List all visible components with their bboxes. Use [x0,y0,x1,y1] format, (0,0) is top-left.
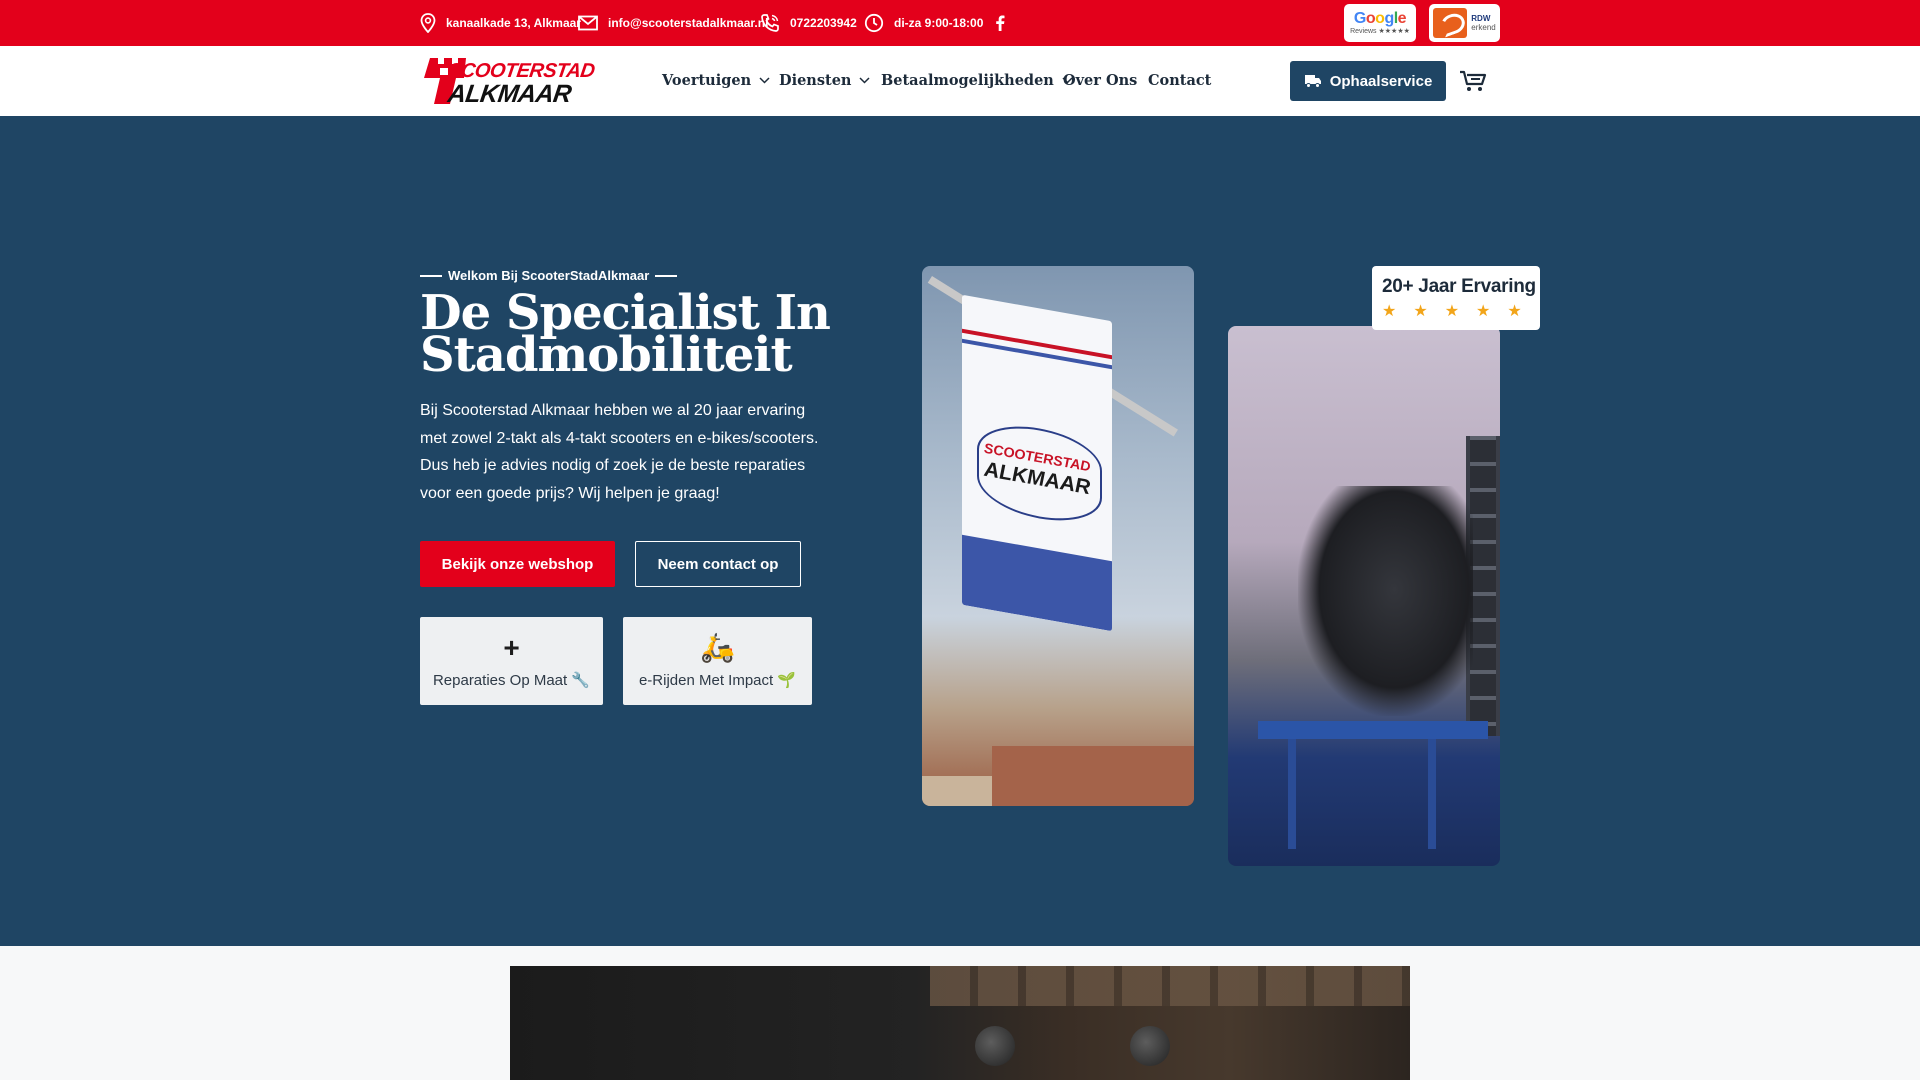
phone-icon [761,14,779,32]
address-link[interactable]: kanaalkade 13, Alkmaar [420,12,581,34]
feature-card-reparaties[interactable]: + Reparaties Op Maat 🔧 [420,617,603,705]
eyebrow-text: Welkom Bij ScooterStadAlkmaar [448,268,650,283]
nav-item-over-ons[interactable]: Over Ons [1063,72,1137,89]
hours-text: di-za 9:00-18:00 [894,16,984,30]
top-info-bar: kanaalkade 13, Alkmaar info@scooterstada… [0,0,1920,46]
site-logo[interactable]: SCOOTERSTAD ALKMAAR [420,52,596,110]
main-navigation: SCOOTERSTAD ALKMAAR Voertuigen Diensten … [0,46,1920,116]
photo-lift [1258,721,1488,739]
hero-description: Bij Scooterstad Alkmaar hebben we al 20 … [420,402,819,502]
nav-item-betaalmogelijkheden[interactable]: Betaalmogelijkheden [881,72,1073,89]
clock-icon [864,13,884,33]
nav-label-over-ons: Over Ons [1063,72,1138,89]
star-icon: ★ [1507,303,1522,320]
eyebrow-line-right [655,274,678,277]
rdw-subtext: erkend [1471,23,1496,32]
plus-icon: + [503,632,520,663]
facebook-link[interactable] [995,12,1005,34]
facebook-icon [996,15,1005,31]
hero-eyebrow: Welkom Bij ScooterStadAlkmaar [420,268,678,283]
rdw-badge[interactable]: RDW erkend [1429,4,1500,42]
google-logo-text: Google [1353,9,1407,27]
star-icon: ★ [1444,303,1460,320]
address-text: kanaalkade 13, Alkmaar [446,16,581,30]
logo-text-bottom: ALKMAAR [446,80,573,108]
phone-text: 0722203942 [790,16,857,30]
scooterstad-flag: SCOOTERSTAD ALKMAAR [962,294,1112,632]
scooter-icon: 🛵 [700,632,735,663]
hero-section: Welkom Bij ScooterStadAlkmaar De Special… [0,116,1920,946]
ophaalservice-button[interactable]: Ophaalservice [1290,61,1446,101]
video-rider-helmet [975,1026,1015,1066]
next-section [0,946,1920,1080]
photo-building-right [992,746,1194,806]
eyebrow-line-left [420,274,442,277]
star-icon: ★ [1382,303,1397,320]
video-rider-helmet [1130,1026,1170,1066]
opening-hours: di-za 9:00-18:00 [864,12,983,34]
flag-photo: SCOOTERSTAD ALKMAAR [922,266,1194,806]
webshop-button[interactable]: Bekijk onze webshop [420,541,615,587]
google-reviews-label: Reviews ★★★★★ [1350,27,1410,35]
star-icon: ★ [1413,303,1428,320]
hero-title: De Specialist In Stadmobiliteit [420,285,831,383]
feature-label-reparaties: Reparaties Op Maat 🔧 [432,672,591,689]
video-banner[interactable] [510,966,1410,1080]
nav-label-contact: Contact [1148,72,1212,89]
contact-button[interactable]: Neem contact op [635,541,801,587]
email-link[interactable]: info@scooterstadalkmaar.nl [578,12,768,34]
ophaalservice-label: Ophaalservice [1329,72,1433,90]
cart-button[interactable] [1459,69,1487,98]
location-pin-icon [420,13,436,33]
nav-item-voertuigen[interactable]: Voertuigen [662,72,770,89]
rdw-text: RDW [1471,14,1491,23]
star-icon: ★ [1476,303,1491,320]
cart-icon [1460,70,1487,91]
experience-title: 20+ Jaar Ervaring [1382,276,1536,297]
email-text: info@scooterstadalkmaar.nl [608,16,769,30]
rdw-logo-icon [1433,8,1468,38]
nav-label-voertuigen: Voertuigen [662,72,752,89]
nav-label-betaalmogelijkheden: Betaalmogelijkheden [881,72,1054,89]
nav-item-contact[interactable]: Contact [1148,72,1211,89]
video-ceiling [930,966,1410,1006]
phone-link[interactable]: 0722203942 [760,12,857,34]
workshop-photo [1228,326,1500,866]
nav-item-diensten[interactable]: Diensten [779,72,871,89]
experience-badge: 20+ Jaar Ervaring ★ ★ ★ ★ ★ [1372,266,1540,330]
nav-label-diensten: Diensten [779,72,852,89]
mail-icon [578,15,598,31]
feature-card-e-rijden[interactable]: 🛵 e-Rijden Met Impact 🌱 [623,617,812,705]
chevron-down-icon [759,77,770,84]
photo-lift-leg [1288,739,1296,849]
truck-icon [1304,75,1321,88]
flag-blue-band [962,534,1112,632]
chevron-down-icon [859,77,871,84]
rating-stars: ★ ★ ★ ★ ★ [1382,304,1522,320]
photo-lift-leg [1428,739,1436,849]
photo-scooter [1298,486,1473,716]
google-reviews-badge[interactable]: Google Reviews ★★★★★ [1344,4,1416,42]
feature-label-e-rijden: e-Rijden Met Impact 🌱 [638,672,797,689]
